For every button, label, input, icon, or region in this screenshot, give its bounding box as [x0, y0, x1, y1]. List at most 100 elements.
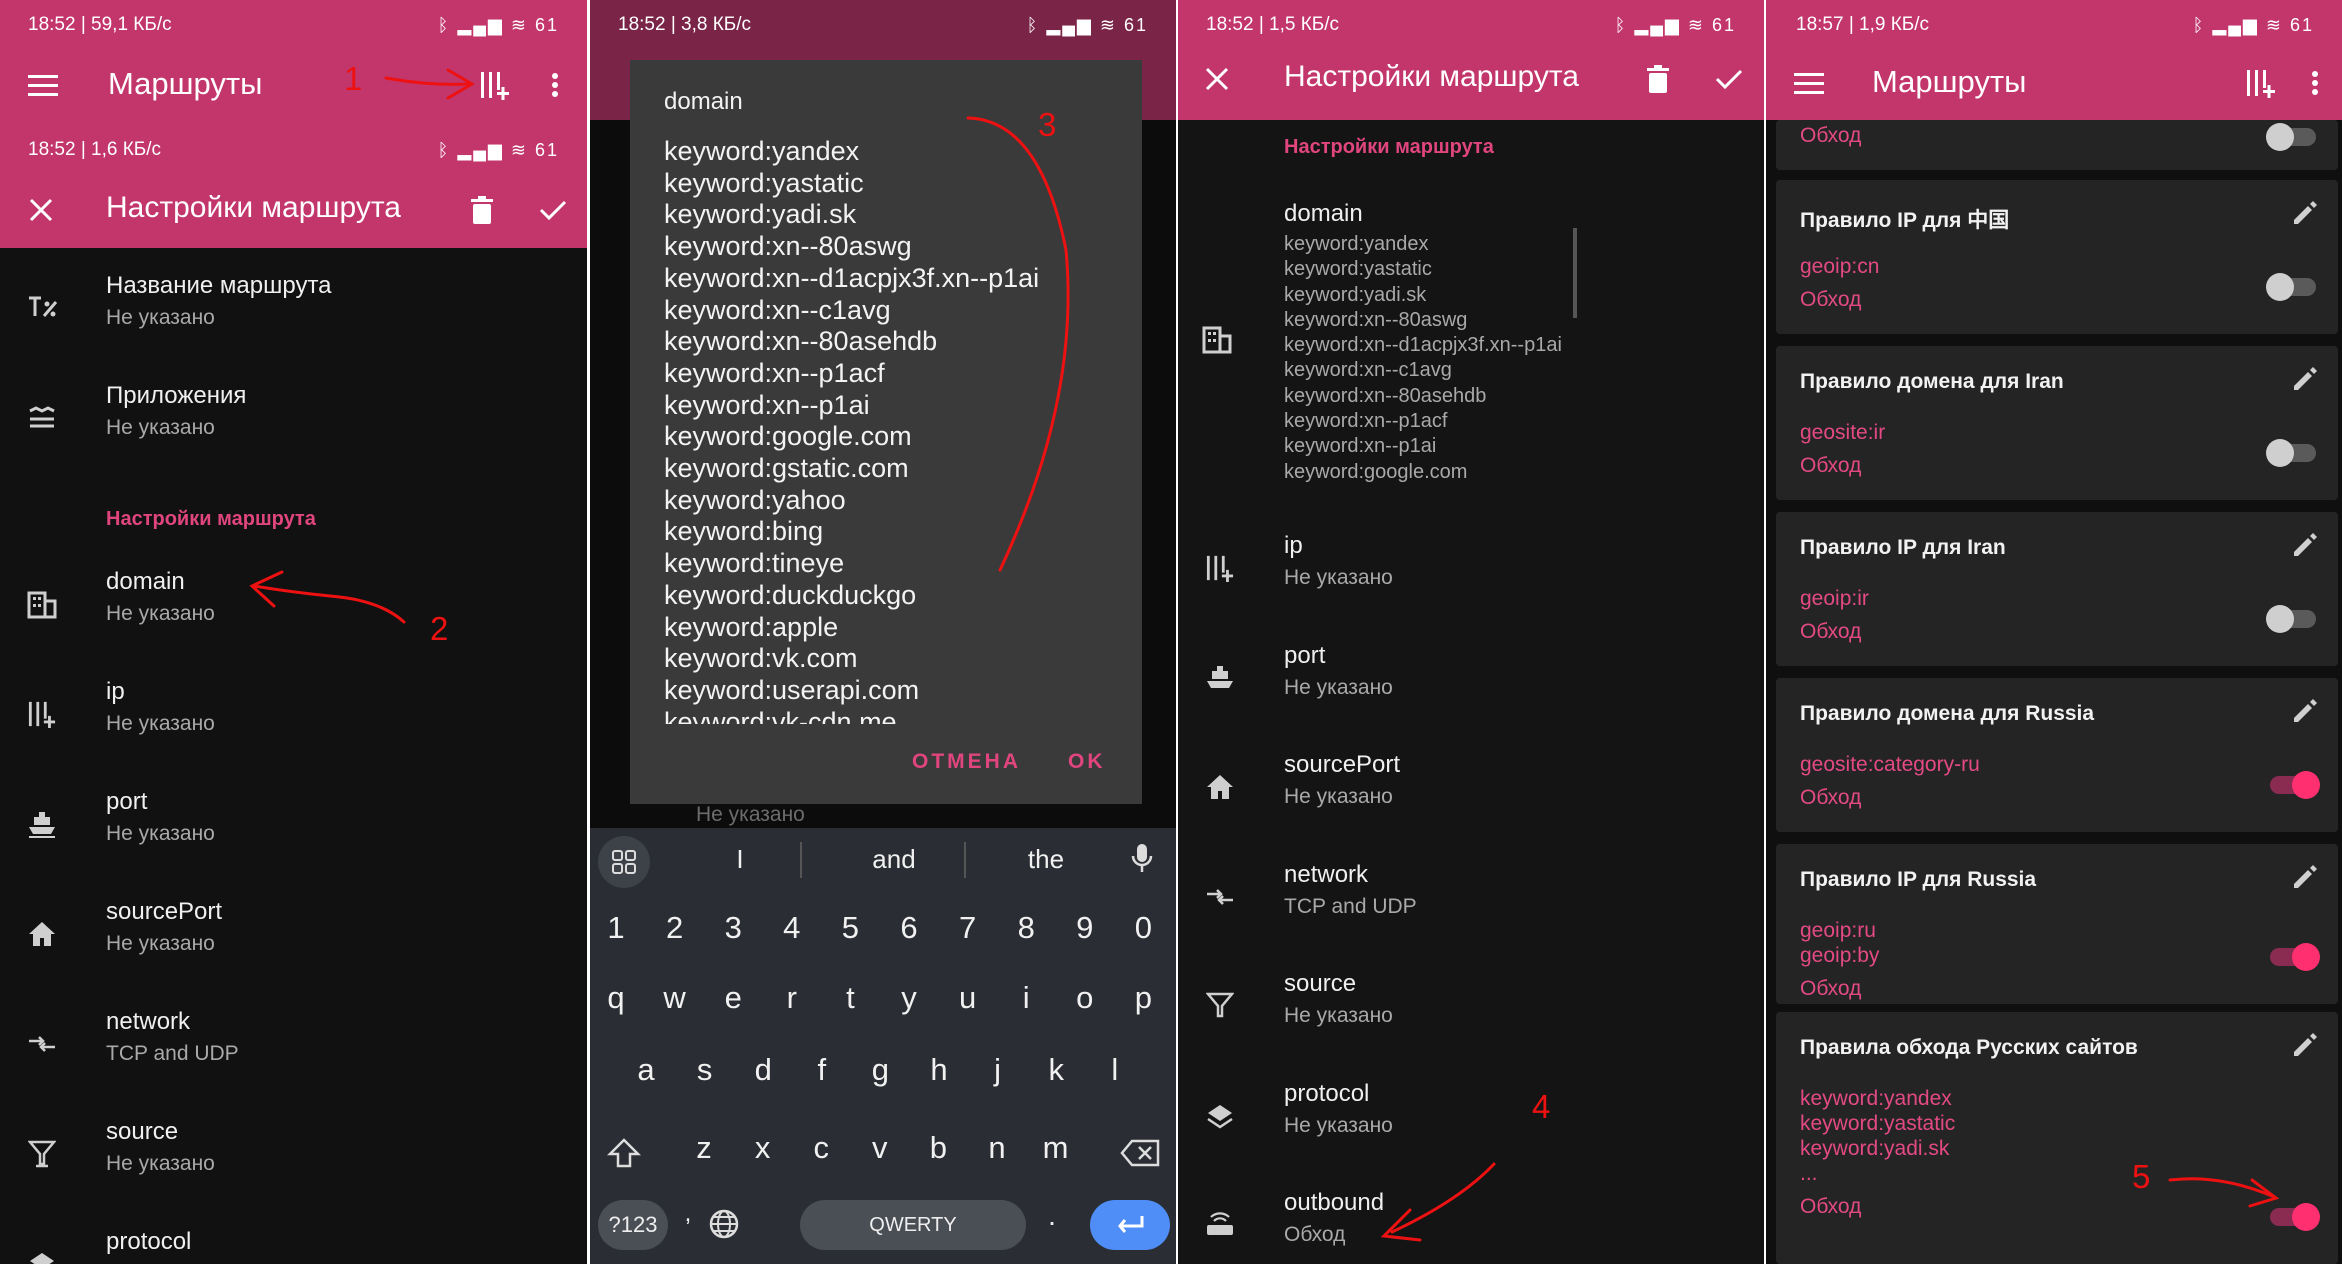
comma-key[interactable]: , — [668, 1200, 708, 1228]
keyboard-key[interactable]: p — [1117, 980, 1169, 1016]
symbols-key[interactable]: ?123 — [598, 1200, 668, 1250]
network-row[interactable]: network TCP and UDP — [1178, 841, 1764, 951]
keyboard-key[interactable]: m — [1030, 1130, 1082, 1166]
keyboard-key[interactable]: 0 — [1117, 910, 1169, 946]
menu-icon[interactable] — [22, 64, 64, 106]
add-route-icon[interactable] — [2240, 62, 2282, 104]
network-row[interactable]: network TCP and UDP — [0, 988, 587, 1098]
source-row[interactable]: source Не указано — [1178, 950, 1764, 1060]
keyboard-key[interactable]: s — [679, 1052, 731, 1088]
edit-pencil-icon[interactable] — [2290, 530, 2326, 566]
confirm-check-icon[interactable] — [1708, 58, 1750, 100]
keyboard-key[interactable]: a — [620, 1052, 672, 1088]
port-row[interactable]: port Не указано — [1178, 622, 1764, 732]
add-route-icon[interactable] — [474, 64, 516, 106]
route-toggle[interactable] — [2266, 120, 2320, 154]
keyboard-key[interactable]: e — [707, 980, 759, 1016]
protocol-row[interactable]: protocol Не указано — [1178, 1060, 1764, 1170]
keyboard-key[interactable]: t — [824, 980, 876, 1016]
domain-row[interactable]: domain Не указано — [0, 548, 587, 658]
keyboard-key[interactable]: w — [649, 980, 701, 1016]
microphone-icon[interactable] — [1130, 842, 1160, 878]
route-card[interactable]: Правило IP для 中国 geoip:cn Обход — [1776, 180, 2338, 334]
keyboard-key[interactable]: 9 — [1059, 910, 1111, 946]
suggestion[interactable]: I — [690, 844, 790, 875]
delete-icon[interactable] — [462, 189, 502, 231]
keyboard-key[interactable]: g — [854, 1052, 906, 1088]
close-icon[interactable] — [20, 189, 62, 231]
suggestion[interactable]: and — [844, 844, 944, 875]
apps-grid-icon[interactable] — [598, 836, 650, 888]
more-options-icon[interactable] — [2300, 62, 2330, 104]
keyboard-key[interactable]: u — [942, 980, 994, 1016]
backspace-icon[interactable] — [1112, 1128, 1168, 1178]
keyboard-key[interactable]: d — [737, 1052, 789, 1088]
source-port-row[interactable]: sourcePort Не указано — [0, 878, 587, 988]
route-card[interactable]: Правило домена для Russia geosite:categor… — [1776, 678, 2338, 832]
route-toggle[interactable] — [2266, 270, 2320, 304]
space-bar[interactable]: QWERTY — [800, 1200, 1026, 1250]
route-toggle[interactable] — [2266, 1200, 2320, 1234]
keyboard-key[interactable]: k — [1030, 1052, 1082, 1088]
keyboard-key[interactable]: b — [912, 1130, 964, 1166]
route-card[interactable]: Правило IP для Russia geoip:ru geoip:by Обх… — [1776, 844, 2338, 1004]
ok-button[interactable]: OK — [1068, 750, 1106, 774]
period-key[interactable]: . — [1032, 1200, 1072, 1232]
route-card[interactable]: Правило IP для Iran geoip:ir Обход — [1776, 512, 2338, 666]
keyboard-key[interactable]: 5 — [824, 910, 876, 946]
protocol-row[interactable]: protocol — [0, 1208, 587, 1264]
route-card[interactable]: Правило домена для Iran geosite:ir Обход — [1776, 346, 2338, 500]
route-name-row[interactable]: Название маршрута Не указано — [0, 252, 587, 362]
edit-pencil-icon[interactable] — [2290, 198, 2326, 234]
keyboard-key[interactable]: v — [854, 1130, 906, 1166]
outbound-row[interactable]: outbound Обход — [1178, 1169, 1764, 1264]
suggestion[interactable]: the — [996, 844, 1096, 875]
close-icon[interactable] — [1196, 58, 1238, 100]
keyboard-key[interactable]: z — [678, 1130, 730, 1166]
keyboard-key[interactable]: h — [913, 1052, 965, 1088]
route-card-partial[interactable]: Обход — [1776, 120, 2338, 170]
keyboard-key[interactable]: j — [972, 1052, 1024, 1088]
edit-pencil-icon[interactable] — [2290, 696, 2326, 732]
route-toggle[interactable] — [2266, 940, 2320, 974]
edit-pencil-icon[interactable] — [2290, 862, 2326, 898]
edit-pencil-icon[interactable] — [2290, 364, 2326, 400]
keyboard-key[interactable]: o — [1059, 980, 1111, 1016]
keyboard-key[interactable]: 1 — [590, 910, 642, 946]
cancel-button[interactable]: ОТМЕНА — [912, 750, 1021, 774]
keyboard-key[interactable]: 3 — [707, 910, 759, 946]
enter-key[interactable] — [1090, 1200, 1170, 1250]
keyboard-key[interactable]: c — [795, 1130, 847, 1166]
sourcePort-row[interactable]: sourcePort Не указано — [1178, 731, 1764, 841]
domain-row[interactable]: domain keyword:yandex keyword:yastatic key… — [1178, 190, 1764, 490]
route-toggle[interactable] — [2266, 768, 2320, 802]
keyboard-key[interactable]: i — [1000, 980, 1052, 1016]
keyboard-key[interactable]: 7 — [942, 910, 994, 946]
keyboard-key[interactable]: f — [796, 1052, 848, 1088]
ip-row[interactable]: ip Не указано — [1178, 512, 1764, 622]
edit-pencil-icon[interactable] — [2290, 1030, 2326, 1066]
route-card[interactable]: Правила обхода Русских сайтов keyword:yan… — [1776, 1012, 2338, 1264]
port-row[interactable]: port Не указано — [0, 768, 587, 878]
keyboard-key[interactable]: y — [883, 980, 935, 1016]
keyboard-key[interactable]: 4 — [766, 910, 818, 946]
apps-row[interactable]: Приложения Не указано — [0, 362, 587, 472]
keyboard-key[interactable]: r — [766, 980, 818, 1016]
keyboard-key[interactable]: x — [737, 1130, 789, 1166]
globe-icon[interactable] — [708, 1208, 744, 1244]
menu-icon[interactable] — [1788, 62, 1830, 104]
keyboard-key[interactable]: l — [1089, 1052, 1141, 1088]
scrollbar[interactable] — [1573, 228, 1577, 318]
domain-text-area[interactable]: keyword:yandex keyword:yastatic keyword:ya… — [664, 136, 1132, 724]
route-toggle[interactable] — [2266, 436, 2320, 470]
keyboard-key[interactable]: q — [590, 980, 642, 1016]
keyboard-key[interactable]: 8 — [1000, 910, 1052, 946]
source-row[interactable]: source Не указано — [0, 1098, 587, 1208]
keyboard-key[interactable]: n — [971, 1130, 1023, 1166]
keyboard-key[interactable]: 2 — [649, 910, 701, 946]
shift-icon[interactable] — [598, 1128, 650, 1178]
more-options-icon[interactable] — [540, 64, 570, 106]
delete-icon[interactable] — [1638, 58, 1678, 100]
keyboard-key[interactable]: 6 — [883, 910, 935, 946]
ip-row[interactable]: ip Не указано — [0, 658, 587, 768]
